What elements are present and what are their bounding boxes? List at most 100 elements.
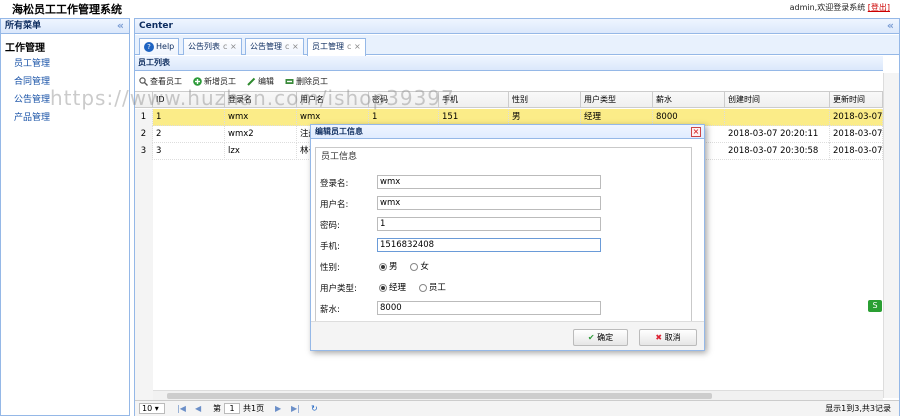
sex-female-radio[interactable]: 女 [410, 262, 429, 272]
page-input[interactable]: 1 [224, 403, 240, 414]
column-header[interactable]: 密码 [369, 92, 439, 108]
cell-created: 2018-03-07 20:30:58 [725, 143, 830, 160]
total-pages: 共1页 [243, 404, 265, 413]
menu-item-product[interactable]: 产品管理 [14, 110, 50, 123]
tab-notice-manage[interactable]: 公告管理 c × [245, 38, 304, 55]
radio-checked-icon [379, 262, 387, 271]
type-manager-radio[interactable]: 经理 [379, 283, 406, 293]
cell-login: lzx [225, 143, 297, 160]
floating-app-icon[interactable]: S [868, 300, 882, 312]
check-icon: ✔ [587, 333, 595, 342]
tab-notice-list[interactable]: 公告列表 c × [183, 38, 242, 55]
cell-login: wmx2 [225, 126, 297, 143]
radio-label: 经理 [389, 283, 407, 293]
page-size-select[interactable]: 10 ▾ [139, 403, 165, 414]
password-field[interactable]: 1 [377, 217, 601, 231]
cell-created [725, 109, 830, 126]
tab-label: 员工管理 [312, 42, 344, 51]
menu-item-employee[interactable]: 员工管理 [14, 56, 50, 69]
last-page-icon[interactable]: ▶| [291, 401, 300, 416]
type-employee-radio[interactable]: 员工 [418, 283, 446, 293]
close-icon[interactable]: c × [285, 42, 299, 51]
prev-page-icon[interactable]: ◀ [195, 401, 201, 416]
collapse-west-icon[interactable]: « [117, 19, 124, 33]
column-header[interactable]: 性别 [509, 92, 581, 108]
delete-icon [285, 77, 294, 86]
edit-button[interactable]: 编辑 [247, 76, 274, 88]
row-number: 2 [135, 126, 153, 143]
first-page-icon[interactable]: |◀ [177, 401, 186, 416]
column-header[interactable]: 用户类型 [581, 92, 653, 108]
row-number: 1 [135, 109, 153, 126]
login-label: 登录名: [320, 179, 349, 189]
cell-updated: 2018-03-07 [830, 109, 883, 126]
add-icon [193, 77, 202, 86]
cell-id: 1 [153, 109, 225, 126]
cell-login: wmx [225, 109, 297, 126]
pencil-icon [247, 77, 256, 86]
sex-male-radio[interactable]: 男 [379, 262, 398, 272]
column-header[interactable]: 手机 [439, 92, 509, 108]
horizontal-scrollbar[interactable] [153, 390, 883, 400]
cancel-label: 取消 [664, 333, 681, 342]
salary-label: 薪水: [320, 305, 340, 315]
login-field[interactable]: wmx [377, 175, 601, 189]
search-icon [139, 77, 148, 86]
phone-field[interactable]: 15168324​08 [377, 238, 601, 252]
cell-created: 2018-03-07 20:20:11 [725, 126, 830, 143]
menu-item-contract[interactable]: 合同管理 [14, 74, 50, 87]
column-header[interactable]: 登录名 [225, 92, 297, 108]
radio-label: 员工 [428, 283, 446, 293]
tab-label: 公告列表 [188, 42, 220, 51]
column-header[interactable]: 更新时间 [830, 92, 883, 108]
vertical-scrollbar[interactable] [883, 73, 899, 398]
west-header: 所有菜单 « [1, 19, 129, 34]
cancel-button[interactable]: ✖ 取消 [639, 329, 697, 346]
menu-group-title[interactable]: 工作管理 [5, 39, 45, 54]
column-header[interactable]: 用户名 [297, 92, 369, 108]
cell-updated: 2018-03-07 [830, 126, 883, 143]
scroll-thumb[interactable] [167, 393, 712, 399]
confirm-button[interactable]: ✔ 确定 [573, 329, 628, 346]
fieldset [315, 147, 692, 322]
confirm-label: 确定 [597, 333, 614, 342]
cell-id: 3 [153, 143, 225, 160]
collapse-center-icon[interactable]: « [887, 19, 894, 33]
user-info: admin,欢迎登录系统 [登出] [790, 2, 890, 13]
add-employee-button[interactable]: 新增员工 [193, 76, 236, 88]
app-title: 海松员工工作管理系统 [12, 3, 122, 16]
close-icon[interactable]: × [691, 127, 701, 137]
tab-employee-manage[interactable]: 员工管理 c × [307, 38, 366, 56]
phone-label: 手机: [320, 242, 340, 252]
radio-checked-icon [379, 283, 387, 292]
view-employee-button[interactable]: 查看员工 [139, 76, 182, 88]
column-header[interactable]: ID [153, 92, 225, 108]
column-header[interactable]: 薪水 [653, 92, 725, 108]
column-header[interactable]: 创建时间 [725, 92, 830, 108]
tab-label: 公告管理 [250, 42, 282, 51]
username-field[interactable]: wmx [377, 196, 601, 210]
radio-label: 男 [389, 262, 398, 272]
next-page-icon[interactable]: ▶ [275, 401, 281, 416]
page-label: 第 [213, 404, 221, 413]
close-icon[interactable]: c × [223, 42, 237, 51]
center-title: Center [139, 21, 173, 31]
radio-unchecked-icon [418, 283, 427, 292]
close-icon[interactable]: c × [347, 42, 361, 51]
delete-employee-button[interactable]: 删除员工 [285, 76, 328, 88]
dialog-footer: ✔ 确定 ✖ 取消 [311, 321, 704, 350]
sex-label: 性别: [320, 263, 340, 273]
pagination-bar: 10 ▾ |◀ ◀ 第 1 共1页 ▶ ▶| ↻ 显示1到3,共3记录 [135, 400, 899, 416]
row-number-header [135, 92, 153, 108]
menu-item-notice[interactable]: 公告管理 [14, 92, 50, 105]
tab-help[interactable]: ? Help [139, 38, 180, 55]
employee-list-title: 员工列表 [135, 56, 883, 71]
cancel-icon: ✖ [655, 333, 663, 342]
west-title: 所有菜单 [5, 21, 42, 31]
dialog-title: 编辑员工信息 [311, 125, 704, 139]
refresh-icon[interactable]: ↻ [311, 401, 318, 416]
salary-field[interactable]: 8000 [377, 301, 601, 315]
grid-toolbar: 查看员工 新增员工 编辑 删除员工 [135, 73, 883, 91]
tab-strip: ? Help 公告列表 c × 公告管理 c × 员工管理 c × [135, 35, 899, 56]
logout-link[interactable]: [登出] [868, 3, 890, 12]
